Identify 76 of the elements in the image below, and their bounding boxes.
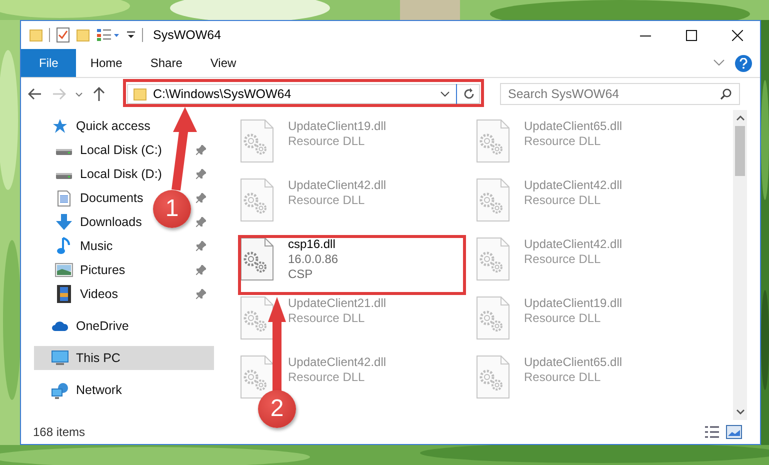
file-detail: Resource DLL [288,134,366,149]
back-arrow-icon[interactable] [27,88,43,100]
pin-icon[interactable] [196,217,206,227]
dropdown-icon[interactable] [126,30,136,40]
sidebar-item[interactable]: This PC [34,346,214,370]
help-icon[interactable] [735,54,752,72]
expand-ribbon-icon[interactable] [713,59,725,67]
document-icon [57,190,71,206]
ribbon-tab[interactable]: Home [76,49,136,77]
folder-icon [133,87,147,101]
file-name[interactable]: csp16.dll [288,237,338,252]
large-icons-view-icon[interactable] [726,425,742,439]
sidebar-item[interactable]: Music [80,239,113,253]
properties-check-icon[interactable] [56,27,70,43]
music-note-icon [57,237,71,255]
file-detail: 16.0.0.86 [288,252,338,267]
maximize-icon[interactable] [686,30,696,40]
monitor-icon [51,350,69,366]
film-strip-icon [57,285,71,303]
pin-icon[interactable] [196,289,206,299]
sidebar-item[interactable]: Downloads [80,215,142,229]
item-count: 168 items [33,425,86,439]
file-detail: Resource DLL [524,370,602,385]
file-detail: Resource DLL [524,252,602,267]
network-icon [51,382,69,398]
gear-file-icon [240,178,274,222]
gear-file-icon [240,119,274,163]
close-icon[interactable] [732,30,742,40]
file-detail: Resource DLL [524,193,602,208]
pin-icon[interactable] [196,145,206,155]
refresh-icon[interactable] [463,88,475,100]
pin-icon[interactable] [196,193,206,203]
file-detail: Resource DLL [288,311,366,326]
gear-file-icon [476,296,510,340]
star-icon [52,118,68,134]
sidebar-item[interactable]: Videos [80,287,118,301]
gear-file-icon [240,355,274,399]
sidebar-item[interactable]: Local Disk (D:) [80,167,162,181]
gear-file-icon [476,237,510,281]
sidebar-item[interactable]: OneDrive [76,319,129,333]
download-arrow-icon [55,213,73,231]
gear-file-icon [476,119,510,163]
sidebar-item[interactable]: Network [76,383,122,397]
ribbon-tab[interactable]: View [196,49,250,77]
sidebar-item[interactable]: Documents [80,191,144,205]
ribbon-tab[interactable]: File [21,49,76,77]
landscape-picture-icon [55,263,73,277]
view-list-icon[interactable] [96,28,120,42]
file-detail: Resource DLL [288,193,366,208]
gear-file-icon [240,296,274,340]
cloud-icon [51,320,69,332]
file-detail: Resource DLL [524,311,602,326]
scroll-down-icon[interactable] [736,407,744,417]
address-bar[interactable]: C:\Windows\SysWOW64 [127,84,480,104]
search-field[interactable]: Search SysWOW64 [500,83,740,105]
file-detail: Resource DLL [524,134,602,149]
ribbon-tab[interactable]: Share [136,49,196,77]
window-title: SysWOW64 [153,28,222,42]
address-path: C:\Windows\SysWOW64 [153,87,292,101]
gear-file-icon [476,178,510,222]
pin-icon[interactable] [196,265,206,275]
recent-caret-icon[interactable] [75,92,83,96]
scroll-up-icon[interactable] [736,113,744,123]
sidebar-item[interactable]: Local Disk (C:) [80,143,162,157]
gear-file-icon [476,355,510,399]
details-view-icon[interactable] [704,425,720,439]
gear-file-icon [240,237,274,281]
sidebar-item[interactable]: Quick access [76,119,150,133]
pin-icon[interactable] [196,169,206,179]
pin-icon[interactable] [196,241,206,251]
sidebar-item[interactable]: Pictures [80,263,126,277]
up-arrow-icon[interactable] [91,87,107,101]
caret-icon[interactable] [440,91,450,97]
scrollbar-thumb[interactable] [735,126,745,176]
file-detail: CSP [288,267,314,282]
file-detail: Resource DLL [288,370,366,385]
